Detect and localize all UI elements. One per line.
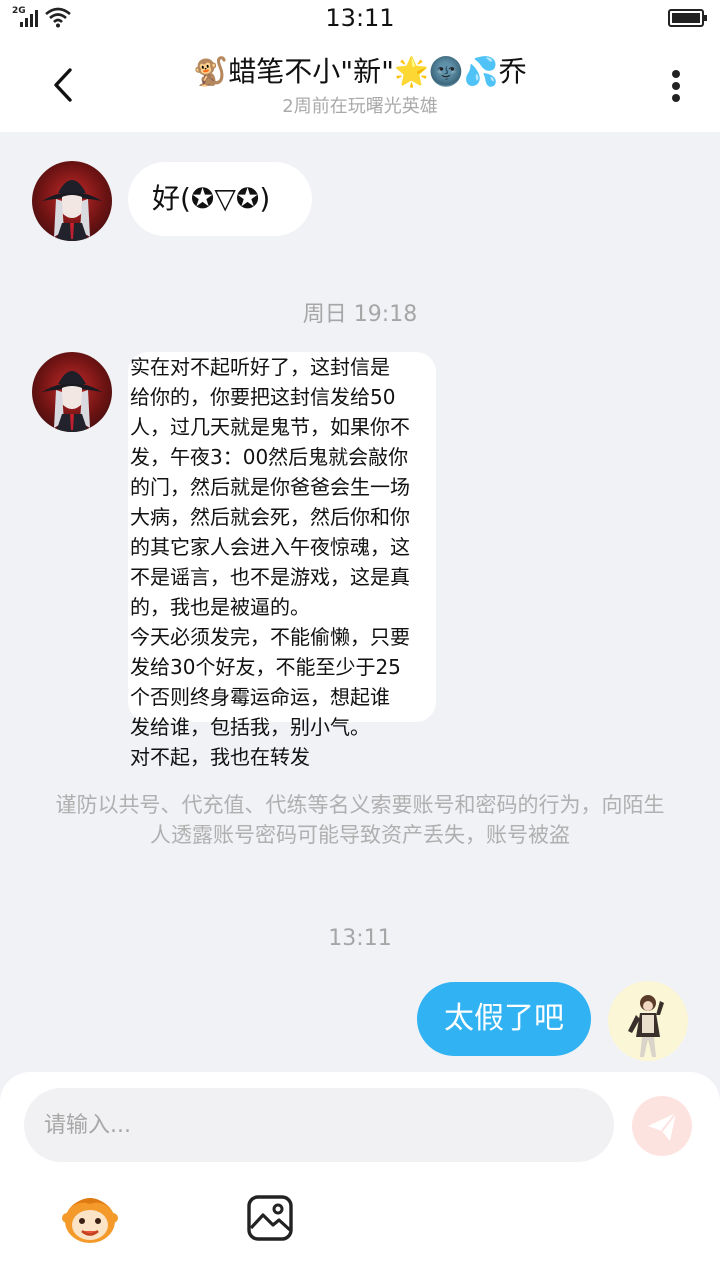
message-bubble-incoming[interactable]: 实在对不起听好了，这封信是 给你的，你要把这封信发给50 人，过几天就是鬼节，如… (128, 352, 436, 769)
message-bubble-incoming[interactable]: 好(✪▽✪) (128, 162, 312, 236)
message-composer (0, 1072, 720, 1280)
contact-name: 🐒蜡笔不小"新"🌟🌚💦乔 (193, 55, 527, 88)
send-button[interactable] (632, 1096, 692, 1156)
emoji-icon[interactable] (60, 1190, 120, 1246)
message-input[interactable] (24, 1088, 614, 1162)
self-avatar[interactable] (608, 981, 688, 1061)
contact-activity: 2周前在玩曙光英雄 (282, 96, 438, 117)
chat-title-area[interactable]: 🐒蜡笔不小"新"🌟🌚💦乔 2周前在玩曙光英雄 (140, 50, 580, 118)
chat-header: 🐒蜡笔不小"新"🌟🌚💦乔 2周前在玩曙光英雄 (0, 38, 720, 132)
more-vertical-icon[interactable] (660, 64, 692, 108)
message-bubble-outgoing[interactable]: 太假了吧 (417, 982, 591, 1056)
status-time: 13:11 (325, 4, 395, 32)
contact-avatar[interactable] (32, 352, 112, 432)
back-arrow-icon[interactable] (40, 60, 84, 110)
send-icon (648, 1112, 677, 1141)
security-notice: 谨防以共号、代充值、代练等名义索要账号和密码的行为，向陌生人透露账号密码可能导致… (55, 793, 665, 847)
image-icon[interactable] (246, 1194, 294, 1242)
message-timestamp: 周日 19:18 (302, 302, 418, 327)
battery-icon (668, 9, 707, 27)
message-timestamp: 13:11 (328, 926, 392, 951)
status-bar: 2G 13:11 (0, 0, 720, 38)
contact-avatar[interactable] (32, 161, 112, 241)
